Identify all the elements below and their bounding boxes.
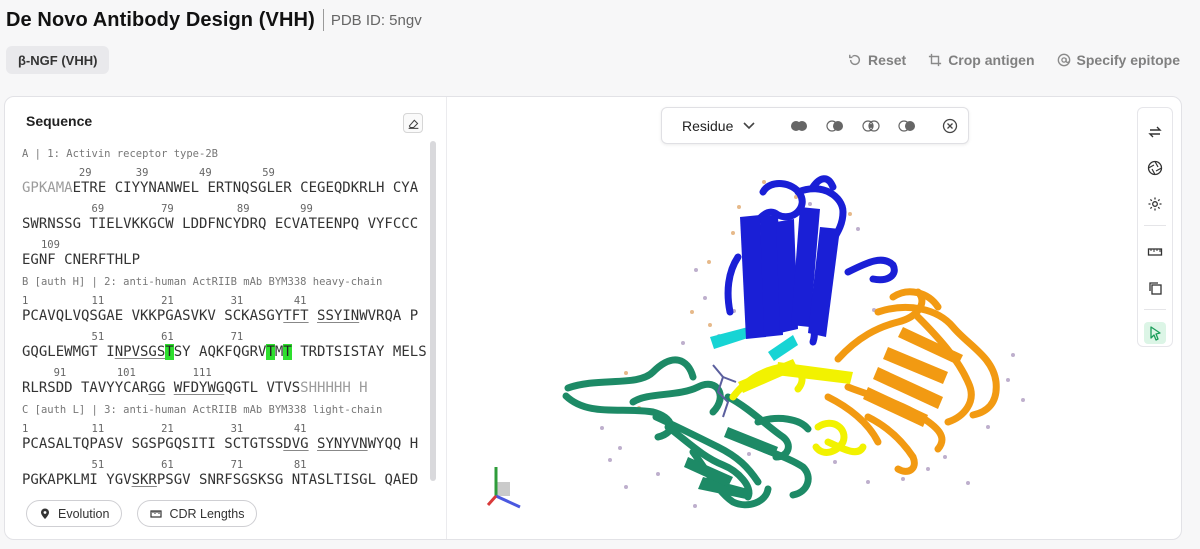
copy-button[interactable] [1145, 278, 1165, 298]
residue-sequence[interactable]: RLRSDD TAVYYCARGG WFDYWGQGTL VTVSSHHHHH … [22, 380, 368, 397]
ruler-icon [1147, 248, 1163, 256]
sequence-actions: Evolution CDR Lengths [26, 500, 258, 527]
residue-sequence[interactable]: PGKAPKLMI YGVSKRPSGV SNRFSGSKSG NTASLTIS… [22, 472, 418, 487]
reset-icon [849, 54, 861, 66]
title-divider [322, 9, 324, 31]
sequence-row: 51 61 71 81 PGKAPKLMI YGVSKRPSGV SNRFSGS… [22, 455, 427, 487]
sequence-title: Sequence [26, 113, 93, 129]
settings-icon [1148, 197, 1162, 211]
sequence-row: 1 11 21 31 41 PCASALTQPASV SGSPGQSITI SC… [22, 419, 427, 455]
swap-icon [1148, 126, 1162, 138]
color-mode-select[interactable]: Residue [662, 118, 774, 134]
pointer-icon [1150, 326, 1161, 341]
residue-sequence[interactable]: GPKAMAETRE CIYYNANWEL ERTNQSGLER CEGEQDK… [22, 180, 418, 197]
at-sign-icon [1057, 53, 1070, 67]
color-mode-value: Residue [682, 117, 734, 134]
viewer-side-toolbar [1137, 107, 1173, 347]
evolution-label: Evolution [58, 506, 110, 521]
specify-epitope-button[interactable]: Specify epitope [1057, 52, 1180, 68]
cartoon-icon[interactable] [788, 119, 810, 133]
eraser-button[interactable] [403, 113, 423, 133]
residue-numbers: 51 61 71 81 [22, 459, 307, 471]
swap-button[interactable] [1145, 122, 1165, 142]
protein-structure-render[interactable] [448, 97, 1182, 539]
chevron-down-icon [743, 121, 755, 129]
reset-label: Reset [868, 52, 907, 68]
crop-icon [929, 53, 942, 67]
target-chip[interactable]: β-NGF (VHH) [6, 46, 110, 74]
residue-numbers: 1 11 21 31 41 [22, 295, 307, 307]
ball-stick-icon[interactable] [860, 119, 882, 133]
eraser-icon [408, 118, 418, 129]
sequence-row: 91 101 111 RLRSDD TAVYYCARGG WFDYWGQGTL … [22, 363, 427, 399]
settings-button[interactable] [1145, 194, 1165, 214]
crop-antigen-button[interactable]: Crop antigen [928, 52, 1035, 68]
residue-numbers: 1 11 21 31 41 [22, 423, 307, 435]
crop-antigen-label: Crop antigen [948, 52, 1035, 68]
sequence-row: 69 79 89 99 SWRNSSG TIELVKKGCW LDDFNCYDR… [22, 199, 427, 235]
residue-sequence[interactable]: SWRNSSG TIELVKKGCW LDDFNCYDRQ ECVATEENPQ… [22, 216, 418, 233]
surface-toggle-icon[interactable] [824, 119, 846, 133]
clear-icon[interactable] [942, 118, 958, 134]
residue-sequence[interactable]: PCASALTQPASV SGSPGQSITI SCTGTSSDVG SYNYV… [22, 436, 418, 453]
aperture-icon [1147, 160, 1163, 176]
sequence-scrollbar[interactable] [430, 141, 436, 481]
evolution-button[interactable]: Evolution [26, 500, 123, 527]
page-title: De Novo Antibody Design (VHH) [6, 8, 315, 31]
toolbar-divider [1144, 225, 1166, 226]
sequence-panel: Sequence A | 1: Activin receptor type-2B… [5, 97, 447, 539]
residue-sequence[interactable]: GQGLEWMGT INPVSGSTSY AQKFQGRVTMT TRDTSIS… [22, 344, 427, 361]
copy-icon [1149, 282, 1162, 295]
sequence-row: 51 61 71 GQGLEWMGT INPVSGSTSY AQKFQGRVTM… [22, 327, 427, 363]
residue-numbers: 51 61 71 [22, 331, 244, 343]
sequence-row: 29 39 49 59 GPKAMAETRE CIYYNANWEL ERTNQS… [22, 163, 427, 199]
page-header: De Novo Antibody Design (VHH) PDB ID: 5n… [0, 0, 1200, 40]
cdr-lengths-button[interactable]: CDR Lengths [137, 500, 258, 527]
structure-toolbar: Reset Crop antigen Specify epitope [848, 48, 1180, 72]
residue-numbers: 109 [22, 239, 60, 251]
cdr-lengths-icon [150, 509, 163, 518]
sequence-list: A | 1: Activin receptor type-2B 29 39 49… [22, 147, 427, 487]
residue-sequence[interactable]: PCAVQLVQSGAE VKKPGASVKV SCKASGYTFT SSYIN… [22, 308, 418, 325]
structure-viewer[interactable]: Residue [448, 97, 1182, 539]
spacefill-icon[interactable] [896, 119, 918, 133]
toolbar-divider [1144, 309, 1166, 310]
select-pointer-button[interactable] [1144, 322, 1166, 344]
residue-sequence[interactable]: EGNF CNERFTHLP [22, 252, 140, 269]
aperture-button[interactable] [1145, 158, 1165, 178]
residue-numbers: 69 79 89 99 [22, 203, 313, 215]
cdr-lengths-label: CDR Lengths [169, 506, 245, 521]
pdb-id: PDB ID: 5ngv [330, 11, 422, 29]
residue-numbers: 29 39 49 59 [22, 167, 275, 179]
reset-button[interactable]: Reset [848, 52, 906, 68]
residue-numbers: 91 101 111 [22, 367, 212, 379]
measure-button[interactable] [1145, 242, 1165, 262]
chain-label-a: A | 1: Activin receptor type-2B [22, 148, 218, 160]
chain-label-c: C [auth L] | 3: anti-human ActRIIB mAb B… [22, 404, 383, 416]
sequence-row: 109 EGNF CNERFTHLP [22, 235, 427, 271]
sequence-row: 1 11 21 31 41 PCAVQLVQSGAE VKKPGASVKV SC… [22, 291, 427, 327]
design-card: Sequence A | 1: Activin receptor type-2B… [4, 96, 1182, 540]
chain-label-b: B [auth H] | 2: anti-human ActRIIB mAb B… [22, 276, 383, 288]
specify-epitope-label: Specify epitope [1076, 52, 1180, 68]
representation-toolbar: Residue [661, 107, 969, 144]
map-pin-icon [41, 508, 49, 519]
